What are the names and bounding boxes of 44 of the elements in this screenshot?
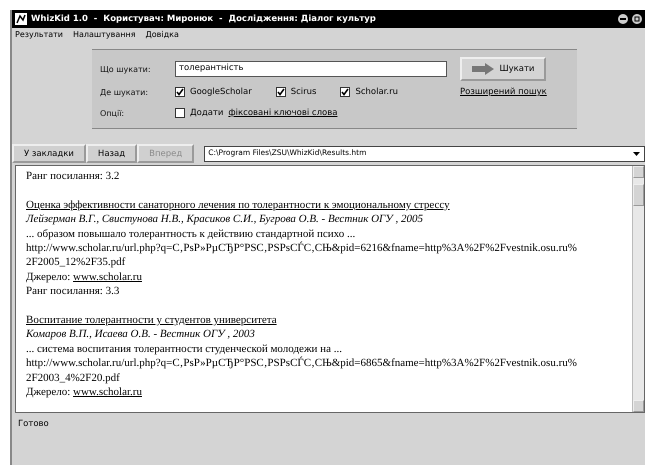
checkbox[interactable] xyxy=(340,87,350,97)
search-button[interactable]: Шукати xyxy=(460,57,546,81)
menu-item[interactable]: Результати xyxy=(15,30,63,39)
query-field[interactable]: толерантність xyxy=(175,61,447,77)
keywords-link[interactable]: фіксовані ключові слова xyxy=(228,108,338,118)
result-authors: Комаров В.П., Исаева О.В. - Вестник ОГУ , 2003 xyxy=(26,327,256,342)
arrow-icon xyxy=(472,63,494,75)
app-icon xyxy=(15,13,27,25)
checkbox-label: GoogleScholar xyxy=(190,87,252,97)
rank-text: Ранг посилання: 3.2 xyxy=(26,169,120,184)
advanced-search-link[interactable]: Розширений пошук xyxy=(460,87,577,97)
menu-item[interactable]: Довідка xyxy=(146,30,179,39)
result-url: 2F2005_12%2F35.pdf xyxy=(26,255,126,270)
result-snippet: ... система воспитания толерантности студенческой молодежи на ... xyxy=(26,342,343,356)
maximize-icon[interactable] xyxy=(632,14,642,24)
options-label: Опції: xyxy=(100,108,126,118)
source-label: Джерело: xyxy=(26,386,70,398)
toolbar-button[interactable]: У закладки xyxy=(12,144,86,163)
checkbox-label: Додати xyxy=(190,108,224,118)
toolbar-button[interactable]: Назад xyxy=(86,144,138,163)
result-authors: Лейзерман В.Г., Свистунова Н.В., Красиков С.И., Бугрова О.В. - Вестник ОГУ , 2005 xyxy=(26,212,424,227)
result-url: http://www.scholar.ru/url.php?q=С‚РѕР»РµСЂР°РЅС‚РЅРѕСЃС‚СЊ&pid=6216&fname=http%3A%2F%2Fvestnik.osu.ru% xyxy=(26,241,578,256)
result-title-link[interactable]: Оценка эффективности санаторного лечения по толерантности к эмоциональному стрессу xyxy=(26,198,450,211)
status-text: Готово xyxy=(17,418,50,431)
rank-text: Ранг посилання: 3.3 xyxy=(26,284,120,299)
result-url: 2F2003_4%2F20.pdf xyxy=(26,370,121,386)
window-title: WhizKid 1.0 - Користувач: Миронюк - Дослідження: Діалог культур xyxy=(31,14,377,24)
checkbox-label: Scholar.ru xyxy=(355,87,398,97)
menu-item[interactable]: Налаштування xyxy=(72,30,136,39)
minimize-icon[interactable] xyxy=(618,14,628,24)
checkbox[interactable] xyxy=(175,108,185,118)
result-title-link[interactable]: Воспитание толерантности у студентов университета xyxy=(26,314,277,326)
query-label: Що шукати: xyxy=(100,64,152,74)
sources-label: Де шукати: xyxy=(100,88,150,96)
dropdown-icon[interactable] xyxy=(632,152,640,156)
source-link[interactable]: www.scholar.ru xyxy=(73,270,142,283)
source-link[interactable]: www.scholar.ru xyxy=(73,386,142,398)
result-snippet: ... образом повышало толерантность к действию стандартной психо ... xyxy=(26,226,356,242)
checkbox[interactable] xyxy=(276,87,286,97)
checkbox-label: Scirus xyxy=(290,87,316,97)
result-url: http://www.scholar.ru/url.php?q=С‚РѕР»РµСЂР°РЅС‚РЅРѕСЃС‚СЊ&pid=6865&fname=http%3A%2F%2Fvestnik.osu.ru% xyxy=(26,356,578,371)
source-label: Джерело: xyxy=(26,270,70,283)
checkbox[interactable] xyxy=(175,87,185,97)
scrollbar[interactable] xyxy=(632,166,644,412)
